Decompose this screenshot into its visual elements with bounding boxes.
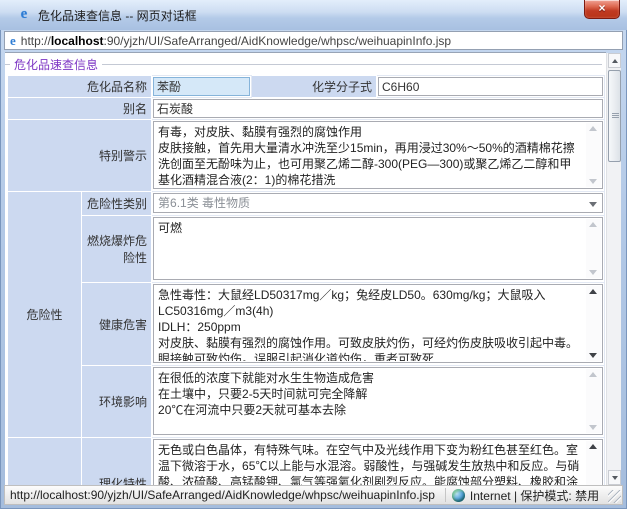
scroll-down-icon <box>589 425 597 430</box>
scroll-down-icon <box>589 353 597 358</box>
scroll-up-icon <box>589 222 597 227</box>
table-row: 特别警示 有毒，对皮肤、黏膜有强烈的腐蚀作用 皮肤接触，首先用大量清水冲洗至少1… <box>8 120 605 192</box>
address-url: http://localhost:90/yjzh/UI/SafeArranged… <box>21 34 451 48</box>
section-title: 危化品速查信息 <box>10 56 102 73</box>
table-row: 健康危害 急性毒性：大鼠经LD50317mg／kg；兔经皮LD50。630mg/… <box>8 283 605 366</box>
zone-text: Internet | 保护模式: 禁用 <box>470 487 599 504</box>
title-bar: e 危化品速查信息 -- 网页对话框 × <box>0 0 627 30</box>
hazard-class-label: 危险性类别 <box>82 192 152 216</box>
page-scrollbar[interactable] <box>606 53 621 485</box>
scroll-down-icon <box>612 476 618 480</box>
textbox-scrollbar[interactable] <box>586 369 601 433</box>
close-button[interactable]: × <box>584 0 620 19</box>
special-warning-textbox[interactable]: 有毒，对皮肤、黏膜有强烈的腐蚀作用 皮肤接触，首先用大量清水冲洗至少15min，… <box>153 121 603 189</box>
scrollbar-down-button[interactable] <box>608 470 621 485</box>
health-hazard-textbox[interactable]: 急性毒性：大鼠经LD50317mg／kg；兔经皮LD50。630mg/kg；大鼠… <box>153 284 603 363</box>
fire-hazard-textbox[interactable]: 可燃 <box>153 217 603 280</box>
chevron-down-icon <box>589 202 597 207</box>
resize-grip[interactable] <box>608 490 621 503</box>
scroll-up-icon <box>589 444 597 449</box>
health-hazard-label: 健康危害 <box>82 283 152 366</box>
name-label: 危化品名称 <box>8 76 152 98</box>
formula-label: 化学分子式 <box>252 76 377 98</box>
table-row: 燃烧爆炸危险性 可燃 <box>8 216 605 283</box>
scroll-down-icon <box>589 179 597 184</box>
table-row: 环境影响 在很低的浓度下就能对水生生物造成危害 在土壤中，只要2-5天时间就可完… <box>8 366 605 438</box>
table-row: 别名 石炭酸 <box>8 98 605 120</box>
status-separator <box>445 488 446 502</box>
address-bar: e http://localhost:90/yjzh/UI/SafeArrang… <box>1 30 626 52</box>
section-header: 危化品速查信息 <box>5 56 606 72</box>
page-content: 危化品速查信息 危化品名称 苯酚 化学分子式 C6H60 别名 石炭酸 特别警示… <box>5 52 606 485</box>
environment-label: 环境影响 <box>82 366 152 438</box>
name-input[interactable]: 苯酚 <box>153 77 250 96</box>
scrollbar-thumb[interactable] <box>608 70 621 162</box>
textbox-scrollbar[interactable] <box>586 286 601 361</box>
internet-zone-icon <box>452 489 465 502</box>
address-field[interactable]: e http://localhost:90/yjzh/UI/SafeArrang… <box>4 31 623 50</box>
fire-hazard-label: 燃烧爆炸危险性 <box>82 216 152 283</box>
table-row: 危化品名称 苯酚 化学分子式 C6H60 <box>8 76 605 98</box>
table-row: 危险性 危险性类别 第6.1类 毒性物质 <box>8 192 605 216</box>
textbox-scrollbar[interactable] <box>586 219 601 278</box>
scroll-up-icon <box>589 289 597 294</box>
window-title: 危化品速查信息 -- 网页对话框 <box>38 7 197 24</box>
group-spacer-cell <box>8 438 82 486</box>
chemical-info-table: 危化品名称 苯酚 化学分子式 C6H60 别名 石炭酸 特别警示 有毒，对皮肤、… <box>7 75 605 485</box>
textbox-scrollbar[interactable] <box>586 441 601 485</box>
scroll-up-icon <box>589 126 597 131</box>
textbox-scrollbar[interactable] <box>586 123 601 187</box>
alias-label: 别名 <box>8 98 152 120</box>
ie-page-icon: e <box>10 33 16 49</box>
physchem-label: 理化特性 <box>82 438 152 486</box>
scrollbar-up-button[interactable] <box>608 53 621 68</box>
scroll-up-icon <box>589 372 597 377</box>
scrollbar-grip <box>612 113 619 119</box>
hazard-group-label: 危险性 <box>8 192 82 438</box>
hazard-class-select[interactable]: 第6.1类 毒性物质 <box>153 193 603 213</box>
scroll-down-icon <box>589 270 597 275</box>
dialog-window: e 危化品速查信息 -- 网页对话框 × e http://localhost:… <box>0 0 627 509</box>
status-url: http://localhost:90/yjzh/UI/SafeArranged… <box>5 488 435 502</box>
environment-textbox[interactable]: 在很低的浓度下就能对水生生物造成危害 在土壤中，只要2-5天时间就可完全降解 2… <box>153 367 603 435</box>
special-warning-label: 特别警示 <box>8 120 152 192</box>
alias-input[interactable]: 石炭酸 <box>153 99 603 118</box>
status-bar: http://localhost:90/yjzh/UI/SafeArranged… <box>4 485 623 505</box>
scroll-up-icon <box>612 59 618 63</box>
close-icon: × <box>598 1 605 15</box>
formula-input[interactable]: C6H60 <box>378 77 603 96</box>
ie-icon: e <box>16 6 32 22</box>
table-row: 理化特性 无色或白色晶体，有特殊气味。在空气中及光线作用下变为粉红色甚至红色。室… <box>8 438 605 486</box>
physchem-textbox[interactable]: 无色或白色晶体，有特殊气味。在空气中及光线作用下变为粉红色甚至红色。室温下微溶于… <box>153 439 603 485</box>
